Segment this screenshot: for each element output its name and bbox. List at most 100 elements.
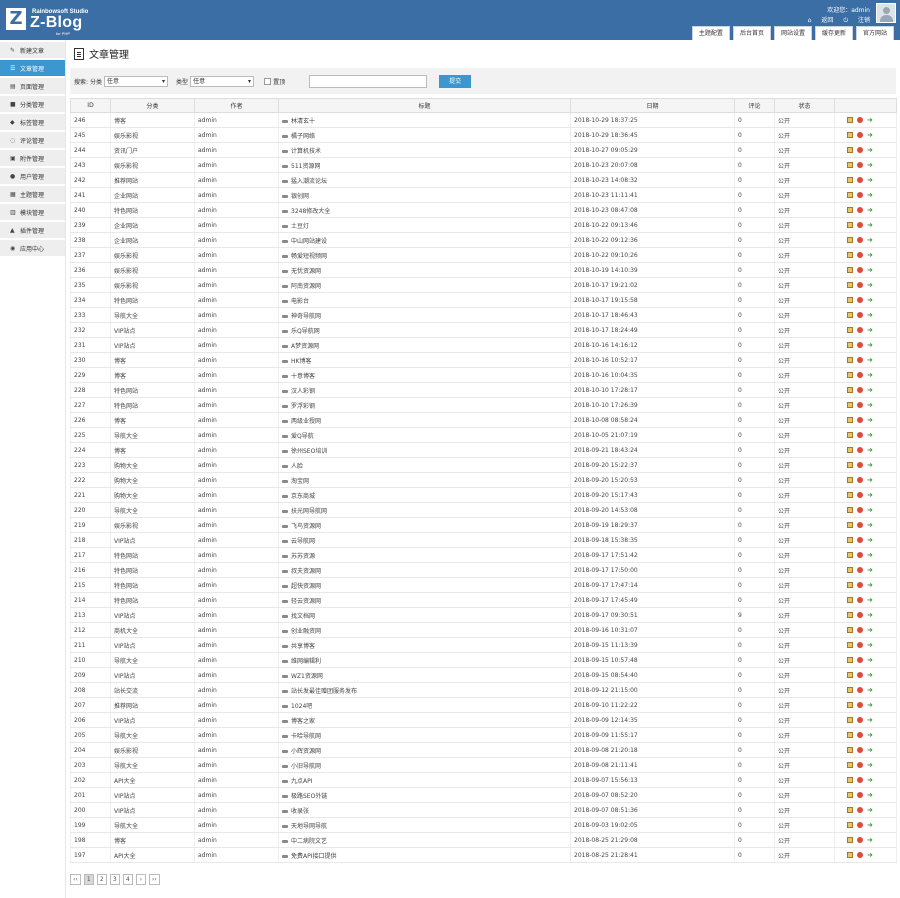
page-button[interactable]: 4 <box>122 874 133 885</box>
edit-icon[interactable] <box>847 297 853 303</box>
delete-icon[interactable] <box>857 567 863 573</box>
cell-title[interactable]: 猛入潮流论坛 <box>278 172 571 188</box>
view-arrow-icon[interactable]: ➜ <box>867 476 873 484</box>
delete-icon[interactable] <box>857 747 863 753</box>
edit-icon[interactable] <box>847 237 853 243</box>
delete-icon[interactable] <box>857 327 863 333</box>
edit-icon[interactable] <box>847 807 853 813</box>
edit-icon[interactable] <box>847 657 853 663</box>
delete-icon[interactable] <box>857 312 863 318</box>
view-arrow-icon[interactable]: ➜ <box>867 821 873 829</box>
delete-icon[interactable] <box>857 357 863 363</box>
cell-title[interactable]: 天地导网导航 <box>278 817 571 833</box>
logo-text[interactable]: Z-Blog <box>30 14 82 32</box>
cell-title[interactable]: 超快资源网 <box>278 577 571 593</box>
view-arrow-icon[interactable]: ➜ <box>867 701 873 709</box>
page-button[interactable]: › <box>135 874 146 885</box>
cell-title[interactable]: 两级业授网 <box>278 412 571 428</box>
edit-icon[interactable] <box>847 327 853 333</box>
cell-title[interactable]: 淘宝网 <box>278 472 571 488</box>
view-arrow-icon[interactable]: ➜ <box>867 161 873 169</box>
cell-category[interactable]: 导航大全 <box>110 727 195 743</box>
view-arrow-icon[interactable]: ➜ <box>867 746 873 754</box>
cell-category[interactable]: 特色网站 <box>110 292 195 308</box>
delete-icon[interactable] <box>857 417 863 423</box>
edit-icon[interactable] <box>847 762 853 768</box>
cell-title[interactable]: 计算机技术 <box>278 142 571 158</box>
cell-category[interactable]: 企业网站 <box>110 217 195 233</box>
view-arrow-icon[interactable]: ➜ <box>867 626 873 634</box>
delete-icon[interactable] <box>857 342 863 348</box>
cell-title[interactable]: 飞鸟资源网 <box>278 517 571 533</box>
cell-category[interactable]: 特色网站 <box>110 592 195 608</box>
cell-category[interactable]: 企业网站 <box>110 187 195 203</box>
delete-icon[interactable] <box>857 672 863 678</box>
edit-icon[interactable] <box>847 357 853 363</box>
view-arrow-icon[interactable]: ➜ <box>867 431 873 439</box>
view-arrow-icon[interactable]: ➜ <box>867 326 873 334</box>
view-arrow-icon[interactable]: ➜ <box>867 236 873 244</box>
edit-icon[interactable] <box>847 477 853 483</box>
edit-icon[interactable] <box>847 117 853 123</box>
cell-title[interactable]: 人脸 <box>278 457 571 473</box>
edit-icon[interactable] <box>847 567 853 573</box>
delete-icon[interactable] <box>857 282 863 288</box>
cell-title[interactable]: 无忧资源网 <box>278 262 571 278</box>
edit-icon[interactable] <box>847 402 853 408</box>
edit-icon[interactable] <box>847 192 853 198</box>
sidebar-item[interactable]: ▲ 插件管理 <box>0 222 65 238</box>
cell-category[interactable]: 导航大全 <box>110 502 195 518</box>
cell-title[interactable]: 罗浮彩钢 <box>278 397 571 413</box>
cell-category[interactable]: 推荐网站 <box>110 697 195 713</box>
cell-title[interactable]: 创业融资网 <box>278 622 571 638</box>
view-arrow-icon[interactable]: ➜ <box>867 731 873 739</box>
cell-category[interactable]: 特色网站 <box>110 382 195 398</box>
delete-icon[interactable] <box>857 492 863 498</box>
edit-icon[interactable] <box>847 177 853 183</box>
cell-category[interactable]: VIP站点 <box>110 607 195 623</box>
delete-icon[interactable] <box>857 552 863 558</box>
edit-icon[interactable] <box>847 387 853 393</box>
edit-icon[interactable] <box>847 687 853 693</box>
delete-icon[interactable] <box>857 132 863 138</box>
cell-category[interactable]: 企业网站 <box>110 232 195 248</box>
delete-icon[interactable] <box>857 717 863 723</box>
edit-icon[interactable] <box>847 522 853 528</box>
edit-icon[interactable] <box>847 732 853 738</box>
edit-icon[interactable] <box>847 507 853 513</box>
cell-title[interactable]: 徐州SEO培训 <box>278 442 571 458</box>
edit-icon[interactable] <box>847 537 853 543</box>
view-arrow-icon[interactable]: ➜ <box>867 791 873 799</box>
edit-icon[interactable] <box>847 717 853 723</box>
cell-category[interactable]: 特色网站 <box>110 202 195 218</box>
view-arrow-icon[interactable]: ➜ <box>867 716 873 724</box>
cell-category[interactable]: 导航大全 <box>110 652 195 668</box>
delete-icon[interactable] <box>857 702 863 708</box>
home-link[interactable]: ⌂ 返回 <box>808 17 834 24</box>
delete-icon[interactable] <box>857 207 863 213</box>
page-button[interactable]: ›› <box>148 874 160 885</box>
delete-icon[interactable] <box>857 447 863 453</box>
cell-category[interactable]: 特色网站 <box>110 562 195 578</box>
cell-title[interactable]: 小旧导航网 <box>278 757 571 773</box>
page-button[interactable]: 2 <box>96 874 107 885</box>
sidebar-item[interactable]: ◉ 应用中心 <box>0 240 65 256</box>
view-arrow-icon[interactable]: ➜ <box>867 581 873 589</box>
view-arrow-icon[interactable]: ➜ <box>867 851 873 859</box>
cell-category[interactable]: 博客 <box>110 442 195 458</box>
cell-category[interactable]: VIP站点 <box>110 802 195 818</box>
edit-icon[interactable] <box>847 837 853 843</box>
view-arrow-icon[interactable]: ➜ <box>867 521 873 529</box>
edit-icon[interactable] <box>847 852 853 858</box>
cell-title[interactable]: 土豆灯 <box>278 217 571 233</box>
delete-icon[interactable] <box>857 537 863 543</box>
edit-icon[interactable] <box>847 267 853 273</box>
category-select[interactable]: 任意 <box>104 75 169 87</box>
cell-title[interactable]: 共享博客 <box>278 637 571 653</box>
top-checkbox[interactable] <box>264 77 272 85</box>
edit-icon[interactable] <box>847 792 853 798</box>
cell-title[interactable]: 橘子网络 <box>278 127 571 143</box>
view-arrow-icon[interactable]: ➜ <box>867 416 873 424</box>
delete-icon[interactable] <box>857 402 863 408</box>
topnav-item[interactable]: 官方网站 <box>855 26 894 40</box>
